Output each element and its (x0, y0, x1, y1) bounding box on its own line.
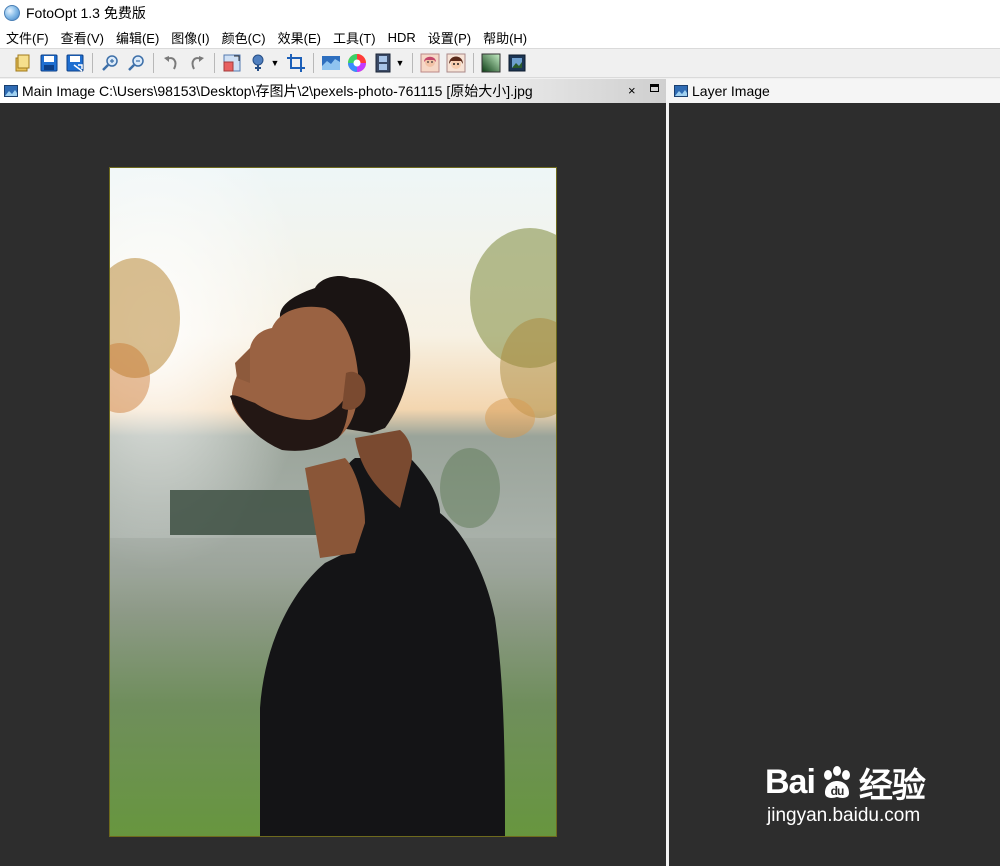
layer-image-tab-label: Layer Image (692, 83, 770, 99)
svg-text:du: du (831, 784, 844, 798)
menu-view[interactable]: 查看(V) (55, 28, 110, 47)
resize-button[interactable] (221, 52, 243, 74)
toolbar-separator (412, 53, 413, 73)
baidu-jingyan-watermark: Bai du 经验 jingyan.baidu.com (765, 758, 926, 827)
toolbar-separator (313, 53, 314, 73)
watermark-brand: Bai du 经验 (765, 758, 926, 807)
undo-button[interactable] (160, 52, 182, 74)
cartoon-button[interactable] (445, 52, 467, 74)
levels-button[interactable] (320, 52, 342, 74)
cartoon-icon (446, 53, 466, 73)
watermark-url: jingyan.baidu.com (767, 805, 921, 826)
close-icon[interactable]: × (628, 83, 636, 98)
zoom-out-icon (128, 55, 144, 71)
portrait-button[interactable] (419, 52, 441, 74)
crop-icon (287, 54, 305, 72)
layer-image-canvas[interactable] (669, 103, 1000, 866)
color-wheel-button[interactable] (346, 52, 368, 74)
rotate-icon (252, 54, 264, 71)
tab-main-image[interactable]: Main Image C:\Users\98153\Desktop\存图片\2\… (0, 79, 666, 103)
zoom-in-button[interactable] (99, 52, 121, 74)
image-icon (674, 85, 688, 97)
tab-layer-image[interactable]: Layer Image (670, 79, 1000, 103)
color-wheel-icon (348, 54, 366, 72)
filmstrip-dropdown-icon[interactable]: ▼ (396, 52, 405, 74)
menu-color[interactable]: 颜色(C) (216, 28, 272, 47)
filmstrip-icon (375, 53, 391, 73)
watermark-brand-right: 经验 (858, 767, 926, 805)
menu-file[interactable]: 文件(F) (0, 28, 55, 47)
main-image-canvas[interactable] (0, 103, 666, 866)
redo-button[interactable] (186, 52, 208, 74)
portrait-icon (420, 53, 440, 73)
menu-effects[interactable]: 效果(E) (272, 28, 327, 47)
image-icon (4, 85, 18, 97)
menu-help[interactable]: 帮助(H) (477, 28, 533, 47)
maximize-icon[interactable] (650, 84, 659, 92)
frame-button[interactable] (506, 52, 528, 74)
toolbar-separator (92, 53, 93, 73)
menu-bar: 文件(F) 查看(V) 编辑(E) 图像(I) 颜色(C) 效果(E) 工具(T… (0, 26, 1000, 48)
document-tab-bar: Main Image C:\Users\98153\Desktop\存图片\2\… (0, 79, 1000, 103)
gradient-button[interactable] (480, 52, 502, 74)
zoom-out-button[interactable] (125, 52, 147, 74)
menu-tools[interactable]: 工具(T) (327, 28, 382, 47)
resize-icon (223, 54, 241, 72)
title-bar: FotoOpt 1.3 免费版 (0, 0, 1000, 26)
rotate-dropdown-icon[interactable]: ▼ (271, 52, 280, 74)
open-button[interactable] (12, 52, 34, 74)
frame-icon (508, 54, 526, 72)
toolbar-separator (153, 53, 154, 73)
save-as-button[interactable] (64, 52, 86, 74)
redo-icon (191, 56, 204, 70)
portrait-photo (110, 168, 556, 836)
app-logo-icon (4, 5, 20, 21)
window-title: FotoOpt 1.3 免费版 (26, 5, 146, 21)
watermark-brand-left: Bai (765, 763, 816, 801)
menu-settings[interactable]: 设置(P) (422, 28, 477, 47)
photo-preview (109, 167, 557, 837)
levels-icon (322, 56, 340, 70)
open-icon (15, 54, 30, 72)
menu-image[interactable]: 图像(I) (165, 28, 215, 47)
paw-icon: du (823, 765, 850, 798)
save-icon (40, 54, 58, 72)
rotate-button[interactable] (247, 52, 269, 74)
gradient-icon (481, 53, 501, 73)
toolbar: ▼ ▼ (0, 48, 1000, 78)
zoom-in-icon (102, 55, 118, 71)
undo-icon (164, 56, 177, 70)
menu-edit[interactable]: 编辑(E) (110, 28, 165, 47)
save-button[interactable] (38, 52, 60, 74)
save-as-icon (66, 54, 84, 72)
crop-button[interactable] (285, 52, 307, 74)
filmstrip-button[interactable] (372, 52, 394, 74)
toolbar-separator (473, 53, 474, 73)
main-image-tab-label: Main Image C:\Users\98153\Desktop\存图片\2\… (22, 83, 533, 99)
menu-hdr[interactable]: HDR (382, 30, 422, 45)
toolbar-separator (214, 53, 215, 73)
